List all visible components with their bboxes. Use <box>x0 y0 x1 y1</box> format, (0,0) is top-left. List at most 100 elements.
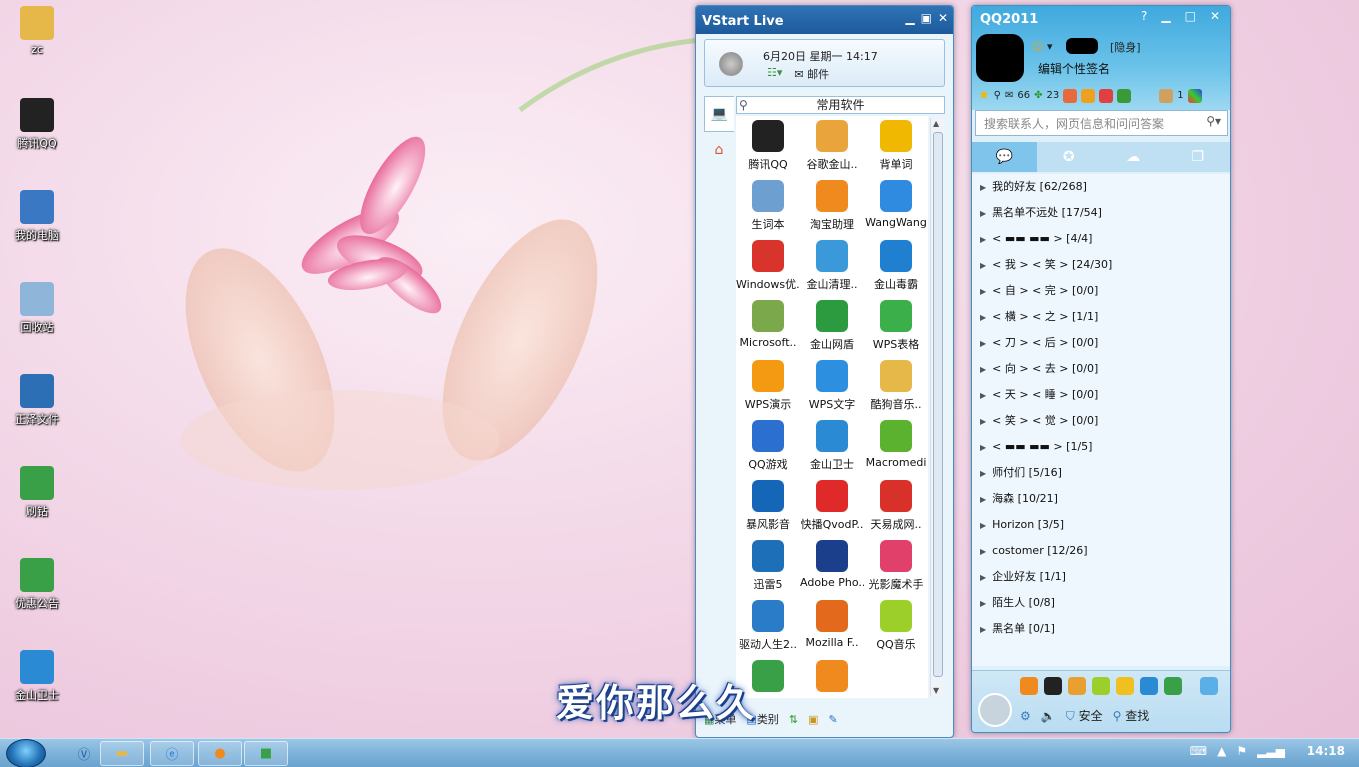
app-launcher[interactable]: 暴风影音 <box>736 478 800 538</box>
tab-contacts[interactable]: 💬 <box>972 142 1037 172</box>
app-launcher[interactable]: 金山网盾 <box>800 298 864 358</box>
contact-group[interactable]: ▶ 师付们 [5/16] <box>972 460 1230 486</box>
app-launcher[interactable]: Mozilla F.. <box>800 598 864 658</box>
folder-add-icon[interactable]: ▣ <box>808 713 818 726</box>
mail-link[interactable]: ✉ 邮件 <box>794 66 829 82</box>
app-launcher[interactable]: 腾讯QQ <box>736 118 800 178</box>
taskbar-ie[interactable]: ⓔ <box>150 741 194 766</box>
desktop-icon[interactable]: zc <box>0 6 74 56</box>
clover-icon[interactable]: ✤ <box>1034 90 1042 101</box>
desktop-icon[interactable]: 我的电脑 <box>0 190 74 243</box>
minimize-icon[interactable]: ▁ <box>905 11 914 25</box>
desktop-icon[interactable]: 正泽文件 <box>0 374 74 427</box>
star-icon[interactable]: ★ <box>978 88 990 103</box>
skin-icon[interactable] <box>1187 88 1202 103</box>
app-launcher[interactable]: 无线上网卡 <box>800 658 864 698</box>
restore-icon[interactable]: ▣ <box>921 11 932 25</box>
help-icon[interactable]: ? <box>1141 9 1147 23</box>
contact-group[interactable]: ▶ 我的好友 [62/268] <box>972 174 1230 200</box>
signature[interactable]: 编辑个性签名 <box>1038 60 1110 77</box>
app-launcher[interactable]: Windows优.. <box>736 238 800 298</box>
app-scrollbar[interactable]: ▲ ▼ <box>930 118 944 696</box>
app-shortcut-icon[interactable] <box>1116 677 1134 695</box>
taskbar-wps[interactable]: ■ <box>244 741 288 766</box>
vstart-window[interactable]: VStart Live ▁ ▣ ✕ 6月20日 星期一 14:17 ☷▾ ✉ 邮… <box>695 5 954 738</box>
message-box-icon[interactable] <box>1159 88 1174 103</box>
app-shortcut-icon[interactable] <box>1092 677 1110 695</box>
tab-qzone[interactable]: ✪ <box>1037 142 1102 172</box>
close-icon[interactable]: ✕ <box>1210 9 1220 23</box>
show-hidden-icon[interactable]: ▲ <box>1217 744 1226 758</box>
clock[interactable]: 14:18 <box>1307 744 1345 758</box>
app-launcher[interactable]: Microsoft.. <box>736 298 800 358</box>
category-bar[interactable]: ⚲ 常用软件 <box>736 96 945 114</box>
app-launcher[interactable]: 金山卫士 <box>800 418 864 478</box>
contact-search-input[interactable]: 搜索联系人，网页信息和问问答案 ⚲▾ <box>975 110 1228 136</box>
find-button[interactable]: ⚲ 查找 <box>1113 707 1150 724</box>
start-button[interactable] <box>6 739 46 767</box>
pet-icon[interactable] <box>1099 88 1114 103</box>
minimize-icon[interactable]: ▁ <box>1161 9 1170 23</box>
app-launcher[interactable]: 金山毒霸 <box>864 238 928 298</box>
app-launcher[interactable]: 天易成网.. <box>864 478 928 538</box>
contact-group[interactable]: ▶ < 横 > < 之 > [1/1] <box>972 304 1230 330</box>
qq-window[interactable]: QQ2011 ? ▁ □ ✕ ☺ ▾ [隐身] 编辑个性签名 ★ ⚲ ✉ 66 ✤… <box>971 5 1231 733</box>
bag-icon[interactable] <box>1081 88 1096 103</box>
volume-icon[interactable]: 🔈 <box>1041 709 1056 723</box>
app-shortcut-icon[interactable] <box>1044 677 1062 695</box>
app-launcher[interactable]: 迅雷5 <box>736 538 800 598</box>
desktop-icon[interactable]: 回收站 <box>0 282 74 335</box>
status-dropdown[interactable]: ☺ ▾ <box>1032 40 1053 53</box>
app-launcher[interactable]: 淘宝助理 <box>800 178 864 238</box>
app-launcher[interactable]: 金山清理.. <box>800 238 864 298</box>
search-icon[interactable]: ⚲ <box>739 97 748 113</box>
close-icon[interactable]: ✕ <box>938 11 948 25</box>
contact-group[interactable]: ▶ < 我 > < 笑 > [24/30] <box>972 252 1230 278</box>
sort-icon[interactable]: ⇅ <box>789 713 798 726</box>
app-launcher[interactable]: QQ音乐 <box>864 598 928 658</box>
app-launcher[interactable]: Adobe Pho.. <box>800 538 864 598</box>
app-launcher[interactable]: 快播QvodP.. <box>800 478 864 538</box>
taskbar-taobao[interactable]: ● <box>198 741 242 766</box>
taskbar-explorer[interactable]: ▬ <box>100 741 144 766</box>
contact-group[interactable]: ▶ < 自 > < 完 > [0/0] <box>972 278 1230 304</box>
contact-group[interactable]: ▶ 黑名单不远处 [17/54] <box>972 200 1230 226</box>
settings-gear-icon[interactable] <box>719 52 743 76</box>
contact-group[interactable]: ▶ < 笑 > < 觉 > [0/0] <box>972 408 1230 434</box>
shop-icon[interactable] <box>1063 88 1078 103</box>
tab-groups[interactable]: ☁ <box>1101 142 1166 172</box>
app-shortcut-icon[interactable] <box>1164 677 1182 695</box>
settings-gear-icon[interactable]: ⚙ <box>1020 709 1031 723</box>
app-launcher[interactable]: 光影魔术手 <box>864 538 928 598</box>
maximize-icon[interactable]: □ <box>1185 9 1196 23</box>
tab-software[interactable]: 💻 <box>704 96 734 132</box>
app-launcher[interactable]: WPS文字 <box>800 358 864 418</box>
contact-group[interactable]: ▶ < ▬▬ ▬▬ > [1/5] <box>972 434 1230 460</box>
contact-group[interactable]: ▶ < ▬▬ ▬▬ > [4/4] <box>972 226 1230 252</box>
mail-icon[interactable]: ✉ <box>1005 90 1013 101</box>
desktop-lyric[interactable]: 爱你那么久 <box>556 672 756 727</box>
contact-group[interactable]: ▶ Horizon [3/5] <box>972 512 1230 538</box>
network-signal-icon[interactable]: ▂▃▅ <box>1257 744 1285 758</box>
app-launcher[interactable]: Macromedi <box>864 418 928 478</box>
notes-icon[interactable] <box>1117 88 1132 103</box>
contact-group[interactable]: ▶ 陌生人 [0/8] <box>972 590 1230 616</box>
app-launcher[interactable]: 谷歌金山.. <box>800 118 864 178</box>
contact-group[interactable]: ▶ < 天 > < 睡 > [0/0] <box>972 382 1230 408</box>
network-icon[interactable]: ☷▾ <box>767 66 782 82</box>
weather-icon[interactable] <box>1200 677 1218 695</box>
keyboard-icon[interactable]: ⌨ <box>1190 744 1207 758</box>
tab-recent[interactable]: ❐ <box>1166 142 1231 172</box>
contact-group[interactable]: ▶ 企业好友 [1/1] <box>972 564 1230 590</box>
avatar[interactable] <box>976 34 1024 82</box>
security-button[interactable]: ⛉ 安全 <box>1066 707 1103 724</box>
contact-group[interactable]: ▶ costomer [12/26] <box>972 538 1230 564</box>
flag-icon[interactable]: ⚑ <box>1236 744 1247 758</box>
contact-group[interactable]: ▶ 海森 [10/21] <box>972 486 1230 512</box>
app-launcher[interactable]: WPS表格 <box>864 298 928 358</box>
app-launcher[interactable]: WangWang <box>864 178 928 238</box>
app-shortcut-icon[interactable] <box>1020 677 1038 695</box>
vstart-titlebar[interactable]: VStart Live ▁ ▣ ✕ <box>696 6 953 34</box>
scroll-up-icon[interactable]: ▲ <box>933 119 939 128</box>
desktop-icon[interactable]: 刷钻 <box>0 466 74 519</box>
